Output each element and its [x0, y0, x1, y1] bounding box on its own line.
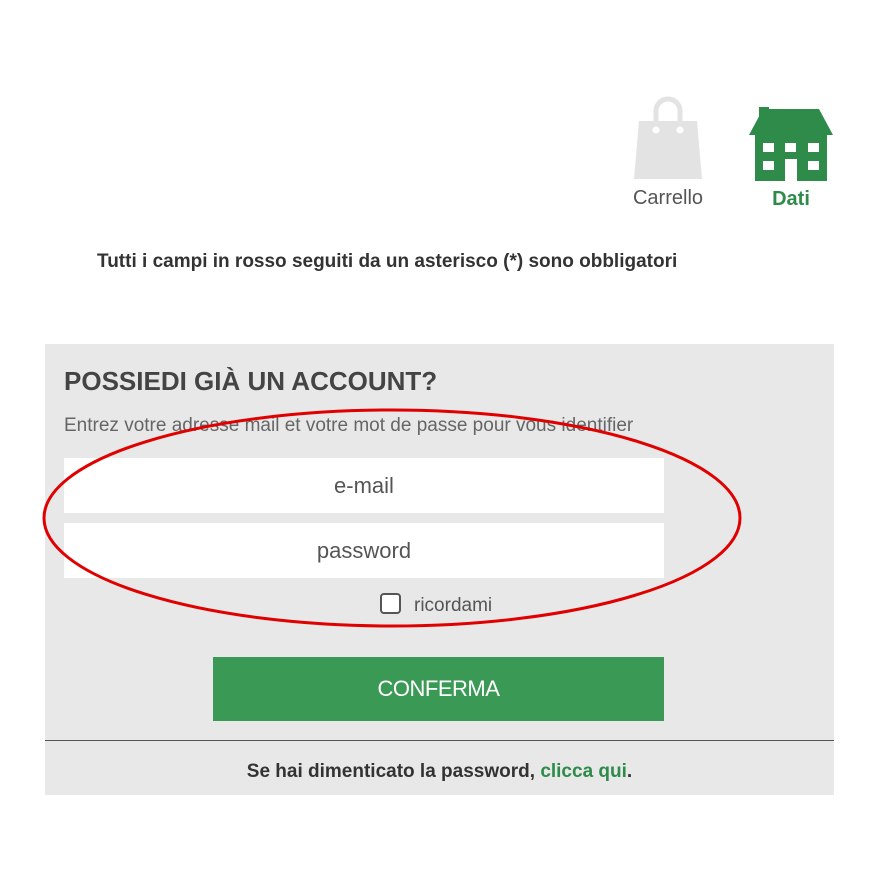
house-icon: [749, 107, 833, 181]
forgot-password-link[interactable]: clicca qui: [540, 761, 627, 782]
forgot-password-text: Se hai dimenticato la password,: [246, 761, 541, 782]
required-fields-note: Tutti i campi in rosso seguiti da un ast…: [97, 251, 678, 272]
email-field[interactable]: [64, 458, 664, 513]
shopping-bag-icon: [634, 96, 702, 179]
step-dati[interactable]: Dati: [748, 95, 834, 211]
login-panel: POSSIEDI GIÀ UN ACCOUNT? Entrez votre ad…: [45, 344, 834, 795]
divider: [45, 740, 834, 741]
remember-checkbox[interactable]: [380, 592, 401, 614]
password-field[interactable]: [64, 523, 664, 578]
forgot-password-end: .: [626, 761, 633, 782]
remember-me[interactable]: ricordami: [380, 592, 492, 617]
step-cart[interactable]: Carrello: [628, 95, 708, 210]
forgot-password-line: Se hai dimenticato la password, clicca q…: [45, 761, 834, 783]
login-title: POSSIEDI GIÀ UN ACCOUNT?: [64, 366, 438, 396]
remember-label[interactable]: ricordami: [414, 595, 492, 617]
step-cart-label: Carrello: [632, 187, 704, 209]
step-dati-label: Dati: [772, 188, 810, 210]
login-subtitle: Entrez votre adresse mail et votre mot d…: [64, 415, 634, 436]
confirm-button[interactable]: CONFERMA: [213, 657, 664, 721]
checkout-steps: Carrello Dati: [600, 95, 875, 225]
